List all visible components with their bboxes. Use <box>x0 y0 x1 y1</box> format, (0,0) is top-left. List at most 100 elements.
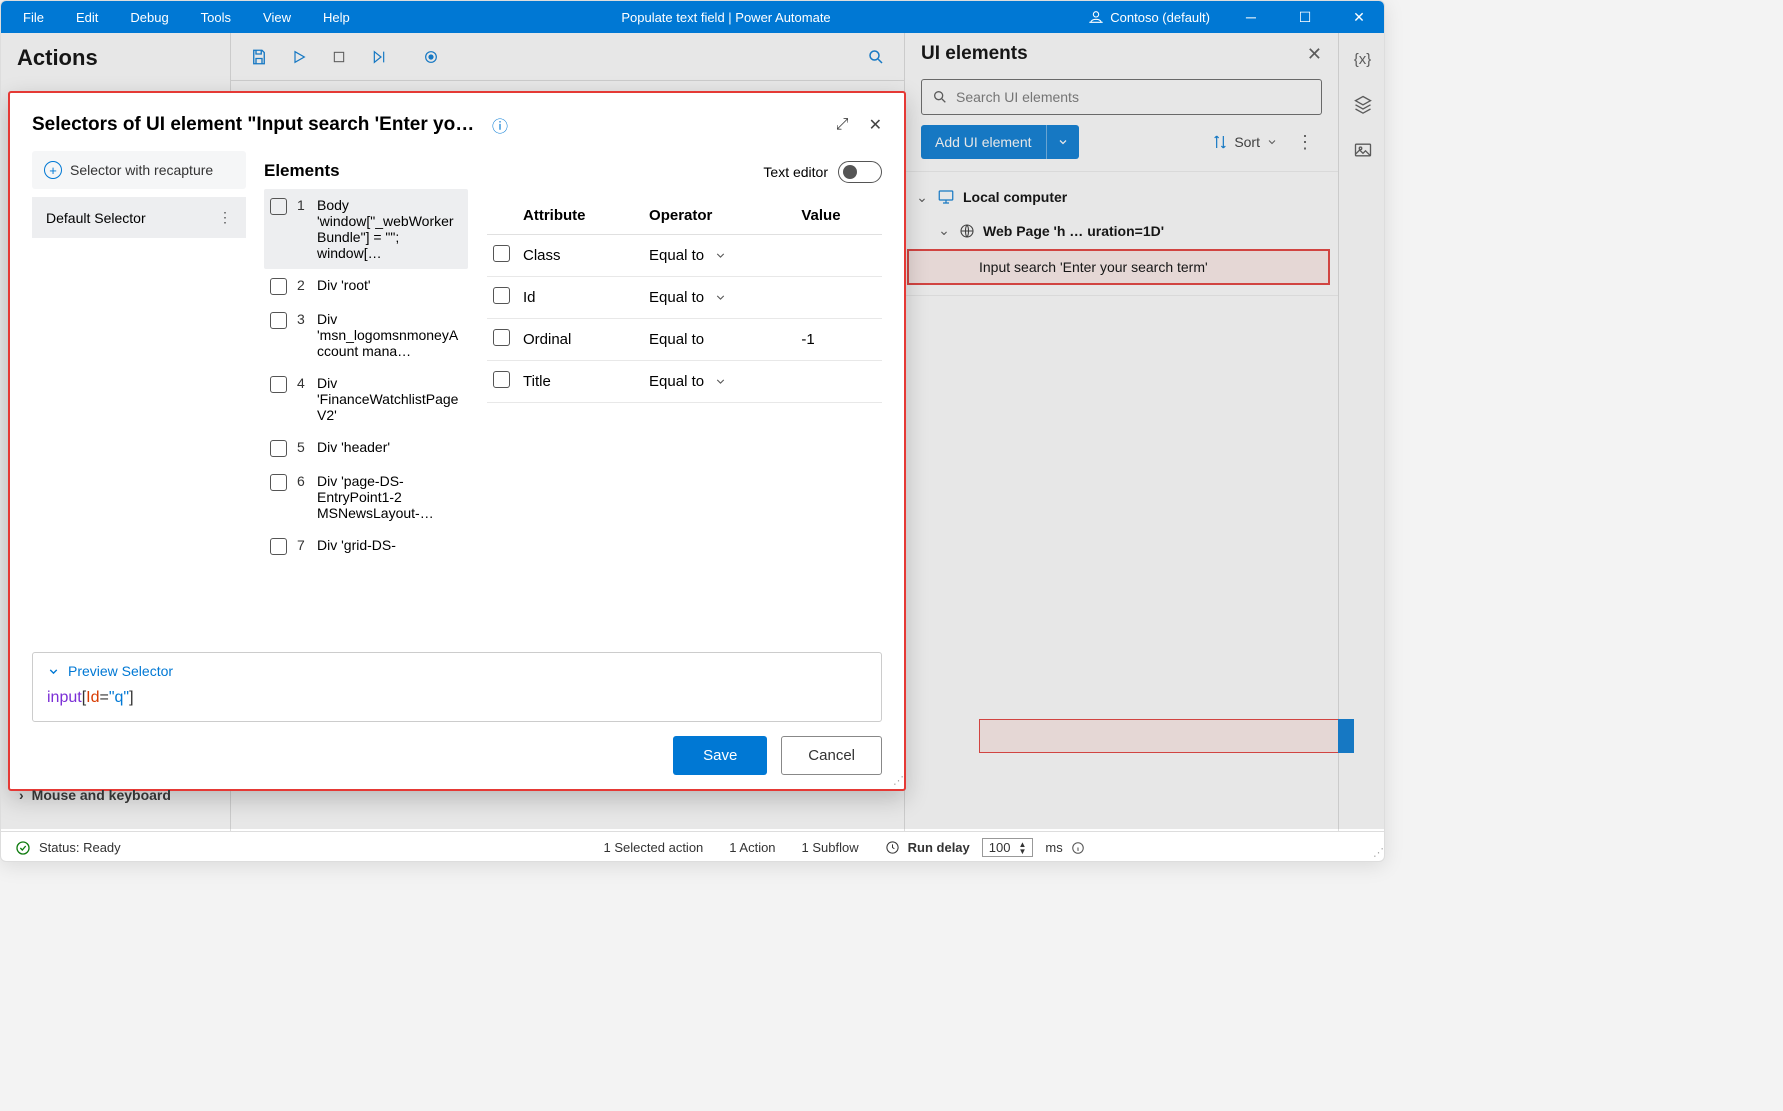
element-text: Div 'grid-DS- <box>317 537 462 553</box>
menu-help[interactable]: Help <box>309 4 364 31</box>
record-icon[interactable] <box>419 45 443 69</box>
menu-view[interactable]: View <box>249 4 305 31</box>
operator-select[interactable]: Equal to <box>649 289 727 306</box>
attribute-row: Title Equal to <box>487 361 882 403</box>
save-icon[interactable] <box>247 45 271 69</box>
close-pane-button[interactable]: ✕ <box>1307 44 1322 65</box>
sort-button[interactable]: Sort <box>1212 134 1278 150</box>
attr-checkbox[interactable] <box>493 371 510 388</box>
preview-selector-code: input[Id="q"] <box>47 689 867 707</box>
more-options-button[interactable]: ⋮ <box>1288 128 1322 157</box>
step-icon[interactable] <box>367 45 391 69</box>
environment-picker[interactable]: Contoso (default) <box>1088 9 1210 25</box>
element-checkbox[interactable] <box>270 198 287 215</box>
element-text: Body 'window["_webWorkerBundle"] = ""; w… <box>317 197 462 261</box>
elements-heading: Elements <box>264 151 468 189</box>
expand-dialog-button[interactable]: ⤢ <box>836 116 849 134</box>
menu-debug[interactable]: Debug <box>116 4 182 31</box>
element-checkbox[interactable] <box>270 312 287 329</box>
tree-input-search-leaf[interactable]: Input search 'Enter your search term' <box>907 249 1330 285</box>
element-index: 4 <box>297 375 307 391</box>
search-icon <box>932 89 948 105</box>
text-editor-label: Text editor <box>763 164 828 180</box>
search-ui-elements-input[interactable] <box>956 89 1311 105</box>
operator-select[interactable]: Equal to <box>649 331 714 348</box>
operator-select[interactable]: Equal to <box>649 373 727 390</box>
attr-checkbox[interactable] <box>493 287 510 304</box>
ui-elements-pane: UI elements ✕ Add UI element Sort ⋮ <box>904 33 1338 831</box>
menu-file[interactable]: File <box>9 4 58 31</box>
stop-icon[interactable] <box>327 45 351 69</box>
default-selector-item[interactable]: Default Selector ⋮ <box>32 197 246 238</box>
element-row[interactable]: 7Div 'grid-DS- <box>264 529 468 563</box>
info-icon[interactable]: ⓘ <box>492 113 508 137</box>
chevron-down-icon <box>714 249 727 262</box>
resize-grip-icon[interactable]: ⋰ <box>1373 846 1382 859</box>
tree-root-local-computer[interactable]: ⌄ Local computer <box>905 180 1338 214</box>
menu-edit[interactable]: Edit <box>62 4 112 31</box>
status-selected: 1 Selected action <box>604 840 704 855</box>
element-text: Div 'root' <box>317 277 462 293</box>
tree-web-page[interactable]: ⌄ Web Page 'h … uration=1D' <box>905 214 1338 247</box>
preview-selector-toggle[interactable]: Preview Selector <box>47 663 867 679</box>
attr-name: Class <box>517 235 643 277</box>
element-row[interactable]: 4Div 'FinanceWatchlistPageV2' <box>264 367 468 431</box>
col-attribute: Attribute <box>517 197 643 235</box>
col-value: Value <box>795 197 882 235</box>
ui-elements-title: UI elements <box>921 43 1307 65</box>
attr-value[interactable] <box>795 235 882 277</box>
chevron-down-icon <box>714 375 727 388</box>
selector-with-recapture-button[interactable]: + Selector with recapture <box>32 151 246 189</box>
element-index: 6 <box>297 473 307 489</box>
attr-checkbox[interactable] <box>493 245 510 262</box>
tree-root-label: Local computer <box>963 189 1067 205</box>
text-editor-toggle[interactable] <box>838 161 882 183</box>
element-row[interactable]: 3Div 'msn_logomsnmoneyAccount mana… <box>264 303 468 367</box>
selector-list-pane: + Selector with recapture Default Select… <box>32 151 246 642</box>
operator-select[interactable]: Equal to <box>649 247 727 264</box>
cancel-button[interactable]: Cancel <box>781 736 882 775</box>
window-maximize-button[interactable]: ☐ <box>1282 1 1328 33</box>
element-checkbox[interactable] <box>270 278 287 295</box>
chevron-down-icon <box>1266 136 1278 148</box>
window-minimize-button[interactable]: ─ <box>1228 1 1274 33</box>
images-icon[interactable] <box>1353 140 1373 160</box>
menu-tools[interactable]: Tools <box>187 4 245 31</box>
chevron-down-icon: ⌄ <box>937 222 951 239</box>
add-ui-element-dropdown[interactable] <box>1046 125 1079 159</box>
variables-icon[interactable]: {x} <box>1354 51 1372 68</box>
element-row[interactable]: 1Body 'window["_webWorkerBundle"] = ""; … <box>264 189 468 269</box>
resize-grip-icon[interactable]: ⋰ <box>893 774 902 787</box>
run-icon[interactable] <box>287 45 311 69</box>
element-row[interactable]: 6Div 'page-DS-EntryPoint1-2 MSNewsLayout… <box>264 465 468 529</box>
info-icon[interactable] <box>1071 841 1085 855</box>
attr-name: Id <box>517 277 643 319</box>
actions-pane-title: Actions <box>1 33 230 83</box>
element-checkbox[interactable] <box>270 474 287 491</box>
add-ui-element-split-button: Add UI element <box>921 125 1079 159</box>
layers-icon[interactable] <box>1353 94 1373 114</box>
run-delay-stepper[interactable]: 100 ▲▼ <box>982 838 1034 857</box>
run-delay-label: Run delay <box>908 840 970 855</box>
add-ui-element-button[interactable]: Add UI element <box>921 125 1046 159</box>
attr-value[interactable]: -1 <box>795 319 882 361</box>
selector-more-button[interactable]: ⋮ <box>218 209 232 226</box>
window-close-button[interactable]: ✕ <box>1336 1 1382 33</box>
element-checkbox[interactable] <box>270 376 287 393</box>
close-dialog-button[interactable]: ✕ <box>869 115 882 135</box>
search-icon[interactable] <box>864 45 888 69</box>
col-operator: Operator <box>643 197 795 235</box>
chevron-down-icon: ⌄ <box>915 189 929 206</box>
designer-toolbar <box>231 33 904 81</box>
search-ui-elements[interactable] <box>921 79 1322 115</box>
element-checkbox[interactable] <box>270 538 287 555</box>
save-button[interactable]: Save <box>673 736 767 775</box>
attr-value[interactable] <box>795 277 882 319</box>
window-title: Populate text field | Power Automate <box>364 10 1089 25</box>
element-row[interactable]: 5Div 'header' <box>264 431 468 465</box>
category-mouse-keyboard[interactable]: › Mouse and keyboard <box>19 787 171 803</box>
element-checkbox[interactable] <box>270 440 287 457</box>
attr-checkbox[interactable] <box>493 329 510 346</box>
element-row[interactable]: 2Div 'root' <box>264 269 468 303</box>
attr-value[interactable] <box>795 361 882 403</box>
